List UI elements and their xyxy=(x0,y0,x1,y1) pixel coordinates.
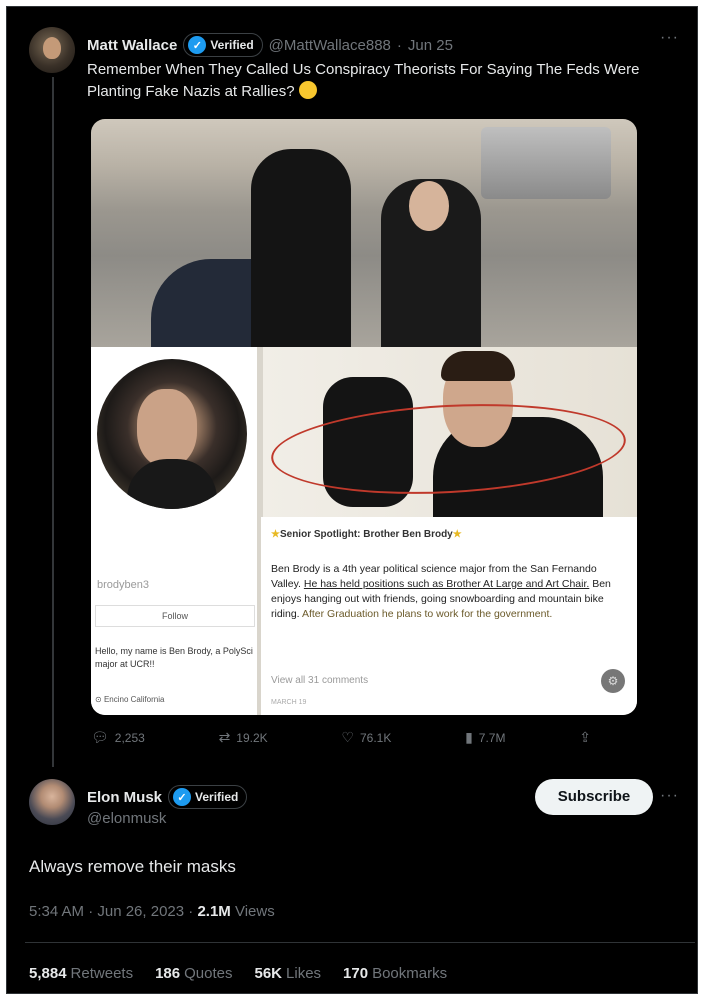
tweet-thread: Matt Wallace ✓ Verified @MattWallace888 … xyxy=(6,6,698,994)
bookmarks-stat[interactable]: 170 Bookmarks xyxy=(343,965,447,982)
tweet1-text-content: Remember When They Called Us Conspiracy … xyxy=(87,61,640,100)
more-options-icon[interactable]: ··· xyxy=(660,787,679,805)
subscribe-button[interactable]: Subscribe xyxy=(535,779,653,815)
laughing-emoji-icon xyxy=(298,81,317,99)
caption-body: Ben Brody is a 4th year political scienc… xyxy=(271,563,611,620)
retweets-stat[interactable]: 5,884 Retweets xyxy=(29,965,133,982)
quotes-stat[interactable]: 186 Quotes xyxy=(155,965,232,982)
profile-avatar xyxy=(97,359,247,509)
tweet2-views-label: Views xyxy=(230,903,275,920)
verified-label: Verified xyxy=(195,790,239,804)
retweet-icon: ⇄ xyxy=(218,729,231,745)
tweet1-handle[interactable]: @MattWallace888 xyxy=(269,37,391,54)
star-icon: ★ xyxy=(271,529,280,540)
post-caption: ★Senior Spotlight: Brother Ben Brody★ Be… xyxy=(261,517,637,715)
heart-icon: ♡ xyxy=(341,729,354,745)
likes-stat[interactable]: 56K Likes xyxy=(254,965,321,982)
tweet2-meta: 5:34 AM · Jun 26, 2023 · 2.1M Views xyxy=(29,903,275,920)
tweet1-actions: 💬︎ 2,253 ⇄ 19.2K ♡ 76.1K ▮ 7.7M ⇪ xyxy=(91,729,591,746)
tweet2-header: Elon Musk ✓ Verified xyxy=(87,785,248,809)
profile-handle: brodyben3 xyxy=(97,579,149,591)
tweet1-header: Matt Wallace ✓ Verified @MattWallace888 … xyxy=(87,33,453,57)
more-options-icon[interactable]: ··· xyxy=(660,29,679,47)
tweet2-stats: 5,884 Retweets 186 Quotes 56K Likes 170 Book… xyxy=(29,965,447,982)
tweet1-media[interactable]: brodyben3 Follow Hello, my name is Ben B… xyxy=(91,119,637,715)
views-button[interactable]: ▮ 7.7M xyxy=(465,729,505,746)
star-icon: ★ xyxy=(452,529,462,540)
profile-screenshot: brodyben3 Follow Hello, my name is Ben B… xyxy=(91,347,257,715)
view-all-comments: View all 31 comments xyxy=(271,675,369,686)
retweet-button[interactable]: ⇄ 19.2K xyxy=(219,729,268,746)
tweet2-handle[interactable]: @elonmusk xyxy=(87,810,166,827)
tweet2-views-count: 2.1M xyxy=(197,903,231,920)
follow-button: Follow xyxy=(95,605,255,627)
tweet1-text: Remember When They Called Us Conspiracy … xyxy=(87,59,687,103)
tweet2-author-name[interactable]: Elon Musk xyxy=(87,789,162,806)
share-button[interactable]: ⇪ xyxy=(579,729,591,746)
tweet1-date[interactable]: Jun 25 xyxy=(408,37,453,54)
tweet2-time[interactable]: 5:34 AM · Jun 26, 2023 · xyxy=(29,903,197,920)
post-date: MARCH 19 xyxy=(271,699,307,706)
divider xyxy=(25,942,695,943)
caption-title: ★Senior Spotlight: Brother Ben Brody★ xyxy=(271,529,462,540)
rally-photo xyxy=(91,119,637,347)
profile-bio: Hello, my name is Ben Brody, a PolySci m… xyxy=(95,646,253,669)
verified-badge[interactable]: ✓ Verified xyxy=(168,785,248,809)
like-button[interactable]: ♡ 76.1K xyxy=(341,729,391,746)
profile-location: ⊙ Encino California xyxy=(95,695,165,704)
tweet1-author-name[interactable]: Matt Wallace xyxy=(87,37,177,54)
verified-check-icon: ✓ xyxy=(188,36,207,54)
matt-wallace-avatar[interactable] xyxy=(29,27,75,73)
thread-line xyxy=(52,77,54,767)
comparison-panel: brodyben3 Follow Hello, my name is Ben B… xyxy=(91,347,637,715)
reply-icon: 💬︎ xyxy=(91,729,109,745)
elon-musk-avatar[interactable] xyxy=(29,779,75,825)
location-pin-icon: ⊙ xyxy=(95,695,104,704)
share-icon: ⇪ xyxy=(579,729,591,745)
reply-button[interactable]: 💬︎ 2,253 xyxy=(91,729,145,746)
tweet1-dot: · xyxy=(396,36,402,54)
tweet2-text: Always remove their masks xyxy=(29,857,236,876)
views-icon: ▮ xyxy=(465,729,473,745)
verified-badge[interactable]: ✓ Verified xyxy=(183,33,263,57)
verified-label: Verified xyxy=(210,38,254,52)
gear-icon: ⚙ xyxy=(601,669,625,693)
verified-check-icon: ✓ xyxy=(173,788,192,806)
